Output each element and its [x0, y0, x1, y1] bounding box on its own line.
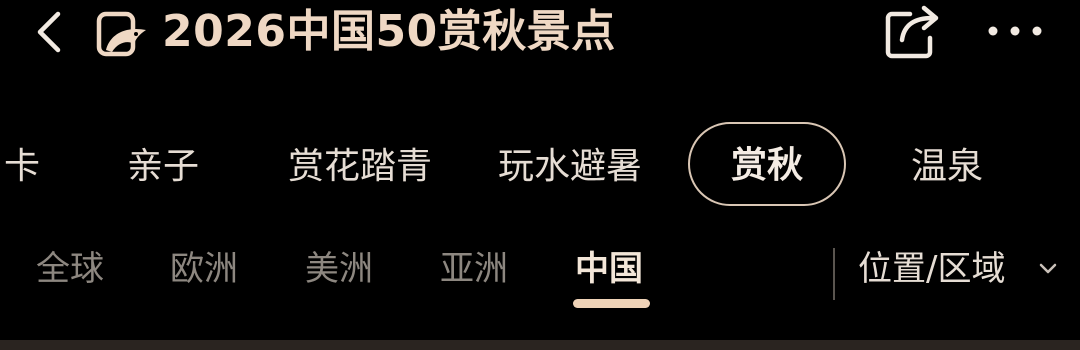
region-tab-global[interactable]: 全球: [36, 244, 104, 294]
category-tab-checkin[interactable]: 卡: [0, 142, 44, 192]
dolphin-logo-icon: [96, 4, 150, 60]
region-tab-asia[interactable]: 亚洲: [440, 244, 508, 294]
region-tab-europe[interactable]: 欧洲: [170, 244, 238, 294]
share-icon: [885, 5, 939, 59]
more-button[interactable]: [984, 14, 1046, 48]
more-horizontal-icon: [988, 26, 1042, 36]
page-title: 2026中国50赏秋景点: [162, 6, 616, 57]
category-tab-family[interactable]: 亲子: [118, 142, 208, 192]
category-tab-autumn[interactable]: 赏秋: [688, 122, 846, 206]
chevron-down-icon: [1039, 263, 1057, 274]
category-tab-hot-spring[interactable]: 温泉: [904, 142, 990, 192]
filter-divider: [833, 248, 835, 300]
location-filter-toggle[interactable]: [1037, 260, 1059, 278]
content-edge: [0, 340, 1080, 350]
category-tab-summer-water[interactable]: 玩水避暑: [490, 142, 650, 192]
region-tab-china[interactable]: 中国: [575, 244, 643, 294]
active-tab-indicator: [573, 299, 650, 308]
location-filter[interactable]: 位置/区域: [858, 244, 1005, 294]
back-button[interactable]: [28, 8, 72, 56]
chevron-left-icon: [37, 11, 61, 53]
share-button[interactable]: [882, 2, 944, 60]
region-tab-americas[interactable]: 美洲: [305, 244, 373, 294]
category-tab-spring-flowers[interactable]: 赏花踏青: [282, 142, 438, 192]
